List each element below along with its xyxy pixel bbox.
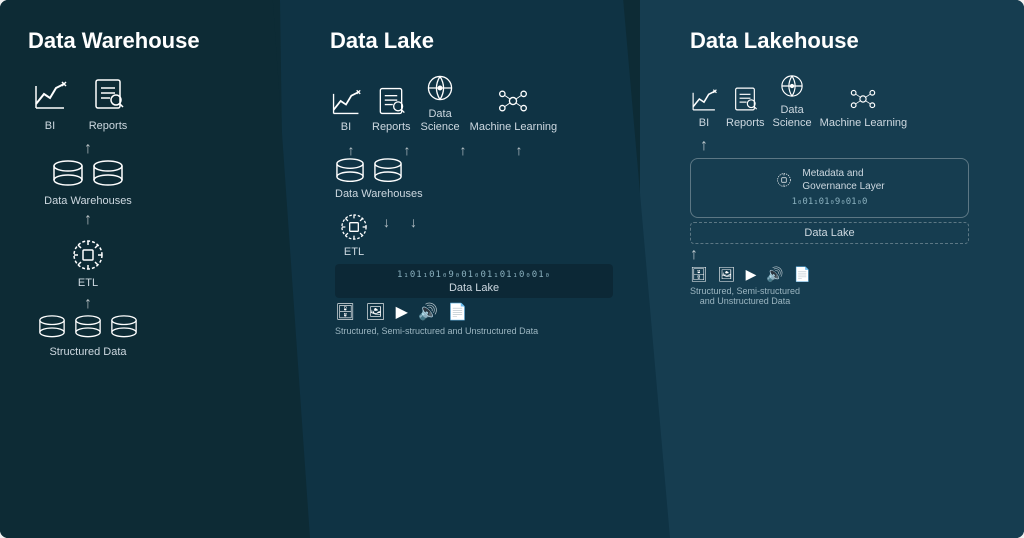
panel-warehouse: Data Warehouse BI [0, 0, 310, 538]
lh-ml-label: Machine Learning [820, 117, 907, 130]
lake-source-row: 🗄 🖼 ▶ 🔊 📄 [335, 302, 468, 322]
lake-datascience-item: DataScience [421, 72, 460, 134]
doc-source-icon: 📄 [448, 302, 468, 322]
warehouse-icons-row: BI Reports [28, 72, 130, 133]
lakehouse-icons-row: BI Reports [690, 72, 907, 130]
lh-source-row: 🗄 🖼 ▶ 🔊 📄 [690, 266, 811, 283]
etl-label: ETL [78, 277, 98, 289]
structured-db-stack [38, 315, 138, 341]
image-source-icon: 🖼 [365, 302, 385, 322]
lake-etl-section: ETL [335, 208, 373, 260]
video-source-icon: ▶ [396, 302, 408, 322]
lh-datascience-item: DataScience [773, 72, 812, 130]
lh-reports-item: Reports [726, 85, 765, 130]
main-container: Data Warehouse BI [0, 0, 1024, 538]
dw-db-stack [52, 160, 124, 190]
lake-source-label: Structured, Semi-structured and Unstruct… [335, 326, 538, 336]
arrow-3: ↑ [84, 296, 92, 312]
db-source-icon: 🗄 [335, 302, 355, 322]
lake-dw-stack [335, 158, 403, 186]
panel-lakehouse: Data Lakehouse BI [640, 0, 1024, 538]
structured-label: Structured Data [49, 346, 126, 358]
lake-reports-label: Reports [372, 121, 411, 134]
lakehouse-title: Data Lakehouse [690, 28, 859, 54]
dw-label: Data Warehouses [44, 195, 132, 207]
lake-label: Data Lake [343, 282, 605, 294]
lake-ml-item: Machine Learning [470, 85, 557, 134]
bi-icon [28, 72, 72, 116]
arrow-2: ↑ [84, 212, 92, 228]
etl-section: ETL [66, 233, 110, 291]
lh-lake-label: Data Lake [804, 227, 854, 239]
audio-source-icon: 🔊 [418, 302, 438, 322]
meta-label: Metadata and Governance Layer [802, 167, 884, 193]
lake-wavy-section: 1₁01₁01₀9₀01₀01₁01₁0₀01₀ Data Lake [335, 264, 613, 298]
warehouse-title: Data Warehouse [28, 28, 200, 54]
bi-label: BI [45, 120, 55, 133]
reports-icon [86, 72, 130, 116]
lh-doc-icon: 📄 [794, 266, 811, 283]
lh-video-icon: ▶ [746, 266, 757, 283]
lh-reports-label: Reports [726, 117, 765, 130]
lake-etl-label: ETL [344, 246, 364, 258]
lake-reports-item: Reports [372, 85, 411, 134]
lake-bi-item: BI [330, 85, 362, 134]
lh-ml-item: Machine Learning [820, 85, 907, 130]
lh-source-label: Structured, Semi-structured and Unstruct… [690, 286, 800, 306]
lh-db-icon: 🗄 [690, 266, 708, 283]
lh-audio-icon: 🔊 [766, 266, 783, 283]
reports-icon-item: Reports [86, 72, 130, 133]
lakehouse-lake-box: Data Lake [690, 222, 969, 244]
lh-image-icon: 🖼 [718, 266, 736, 283]
arrow-1: ↑ [84, 141, 92, 157]
reports-label: Reports [89, 120, 128, 133]
wavy-data: 1₁01₁01₀9₀01₀01₁01₁0₀01₀ [343, 270, 605, 280]
lake-dw-label: Data Warehouses [335, 188, 423, 200]
lake-title: Data Lake [330, 28, 434, 54]
lh-bi-item: BI [690, 85, 718, 130]
lh-arrow-2: ↑ [690, 247, 698, 263]
bi-icon-item: BI [28, 72, 72, 133]
lh-arrow-up: ↑ [700, 138, 708, 154]
panel-lake: Data Lake BI [280, 0, 670, 538]
metadata-governance-box: Metadata and Governance Layer 1₀01₁01₀9₀… [690, 158, 969, 218]
warehouse-flow: ↑ Data Warehouses ↑ [38, 141, 138, 360]
lake-ml-label: Machine Learning [470, 121, 557, 134]
lake-arrows-up: ↑ ↑ ↑ ↑ [335, 142, 535, 158]
lake-icons-row: BI Reports [330, 72, 557, 134]
